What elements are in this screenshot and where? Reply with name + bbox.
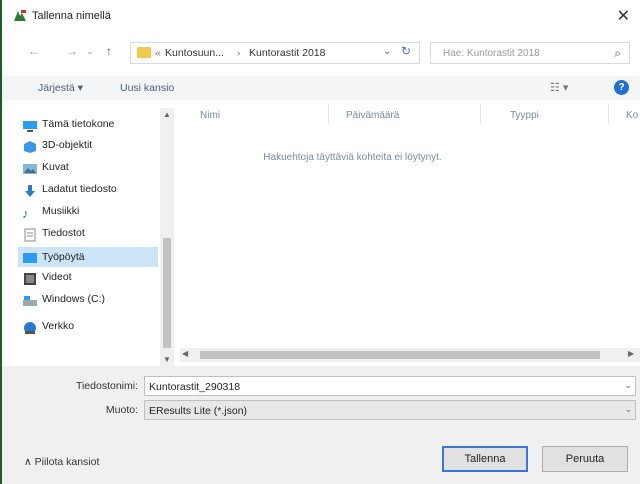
sidebar-item-downloads[interactable]: Ladatut tiedosto (25, 183, 117, 203)
sidebar-item-videos[interactable]: Videot (24, 271, 72, 291)
breadcrumb-item[interactable]: Kuntorastit 2018 (249, 47, 325, 59)
sidebar-item-label: Työpöytä (42, 251, 85, 263)
sidebar-item-label: 3D-objektit (42, 139, 93, 151)
view-options-icon[interactable]: ☷ ▾ (550, 81, 568, 94)
file-list: Nimi Päivämäärä Tyyppi Ko Hakuehtoja täy… (180, 104, 640, 366)
empty-message: Hakuehtoja täyttäviä kohteita ei löytyny… (263, 152, 442, 163)
column-header-name[interactable]: Nimi (200, 110, 220, 121)
forward-arrow-icon[interactable]: → (66, 44, 78, 58)
sidebar-item-music[interactable]: ♪ Musiikki (22, 205, 80, 225)
format-label: Muoto: (105, 404, 138, 416)
hide-folders-label: Piilota kansiot (34, 456, 100, 468)
horizontal-scrollbar[interactable]: ◀ ▶ (180, 348, 640, 362)
scroll-right-icon[interactable]: ▶ (628, 349, 634, 358)
refresh-icon[interactable]: ↻ (401, 44, 411, 58)
cancel-button[interactable]: Peruuta (542, 446, 628, 472)
downloads-icon (22, 184, 38, 198)
scrollbar-thumb[interactable] (200, 351, 600, 359)
scroll-down-icon[interactable]: ▼ (163, 355, 171, 364)
save-button[interactable]: Tallenna (442, 446, 528, 472)
navigation-pane: Tämä tietokone 3D-objektit Kuvat Ladatut… (2, 104, 174, 366)
music-icon: ♪ (22, 206, 29, 221)
column-divider (608, 104, 609, 124)
breadcrumb-overflow[interactable]: « (155, 47, 161, 59)
title-bar: Tallenna nimellä ✕ (2, 0, 640, 30)
column-header-type[interactable]: Tyyppi (510, 110, 539, 121)
sidebar-scrollbar[interactable]: ▲ ▼ (160, 108, 174, 366)
sidebar-item-windows-c[interactable]: Windows (C:) (23, 293, 106, 313)
sidebar-item-label: Windows (C:) (42, 293, 106, 305)
search-icon: ⌕ (614, 46, 621, 60)
sidebar-item-label: Videot (42, 271, 72, 283)
recent-chevron-icon[interactable]: ⌄ (86, 46, 94, 57)
save-as-dialog: Tallenna nimellä ✕ ← → ⌄ ↑ « Kuntosuun..… (0, 0, 640, 484)
breadcrumb-separator: › (237, 47, 241, 59)
hide-folders-toggle[interactable]: ∧ Piilota kansiot (24, 456, 99, 468)
sidebar-item-documents[interactable]: Tiedostot (24, 227, 85, 247)
computer-icon (22, 119, 38, 133)
sidebar-item-label: Tämä tietokone (42, 118, 115, 130)
chevron-up-icon: ∧ (24, 456, 32, 468)
videos-icon (22, 272, 38, 286)
address-dropdown-icon[interactable]: ⌄ (383, 46, 391, 57)
navigation-bar: ← → ⌄ ↑ « Kuntosuun... › Kuntorastit 201… (2, 38, 640, 66)
help-icon[interactable]: ? (614, 80, 629, 95)
folder-icon (137, 47, 151, 58)
scroll-up-icon[interactable]: ▲ (163, 110, 171, 119)
organize-button[interactable]: Järjestä ▾ (38, 82, 83, 94)
dialog-footer: Tiedostonimi: Kuntorastit_290318 ⌄ Muoto… (2, 366, 640, 484)
format-select[interactable]: EResults Lite (*.json) ⌄ (144, 400, 636, 420)
drive-icon (22, 294, 38, 308)
command-bar: Järjestä ▾ Uusi kansio ☷ ▾ ? (2, 76, 640, 100)
filename-value[interactable]: Kuntorastit_290318 (149, 381, 240, 393)
search-box[interactable]: Hae: Kuntorastit 2018 ⌕ (430, 42, 630, 64)
format-value[interactable]: EResults Lite (*.json) (149, 405, 247, 417)
sidebar-item-label: Musiikki (42, 205, 80, 217)
column-divider (480, 104, 481, 124)
column-divider (328, 104, 329, 124)
3d-objects-icon (22, 140, 38, 154)
network-icon (22, 321, 38, 335)
window-title: Tallenna nimellä (32, 10, 111, 22)
back-arrow-icon[interactable]: ← (28, 44, 40, 58)
search-input[interactable]: Hae: Kuntorastit 2018 (443, 48, 540, 59)
documents-icon (22, 228, 38, 242)
up-arrow-icon[interactable]: ↑ (106, 44, 112, 58)
scroll-left-icon[interactable]: ◀ (182, 349, 188, 358)
filename-input[interactable]: Kuntorastit_290318 ⌄ (144, 376, 636, 396)
column-header-size[interactable]: Ko (626, 110, 638, 121)
sidebar-item-this-pc[interactable]: Tämä tietokone (23, 118, 115, 138)
sidebar-item-3d-objects[interactable]: 3D-objektit (24, 139, 93, 159)
sidebar-item-label: Tiedostot (42, 227, 85, 239)
sidebar-item-network[interactable]: Verkko (24, 320, 75, 340)
sidebar-item-label: Kuvat (42, 161, 69, 173)
address-bar[interactable]: « Kuntosuun... › Kuntorastit 2018 ⌄ ↻ (130, 42, 420, 64)
sidebar-item-label: Ladatut tiedosto (42, 183, 117, 195)
app-icon (14, 10, 26, 21)
filename-label: Tiedostonimi: (75, 380, 138, 392)
sidebar-item-label: Verkko (42, 320, 75, 332)
close-icon[interactable]: ✕ (617, 6, 630, 26)
chevron-down-icon[interactable]: ⌄ (624, 380, 632, 391)
scrollbar-thumb[interactable] (163, 238, 171, 348)
desktop-icon (22, 251, 38, 265)
pictures-icon (22, 162, 38, 176)
chevron-down-icon[interactable]: ⌄ (624, 404, 632, 415)
sidebar-item-pictures[interactable]: Kuvat (23, 161, 69, 181)
breadcrumb-item[interactable]: Kuntosuun... (165, 47, 224, 59)
column-header-date[interactable]: Päivämäärä (346, 110, 399, 121)
new-folder-button[interactable]: Uusi kansio (120, 82, 174, 94)
sidebar-item-desktop[interactable]: Työpöytä (18, 247, 158, 267)
